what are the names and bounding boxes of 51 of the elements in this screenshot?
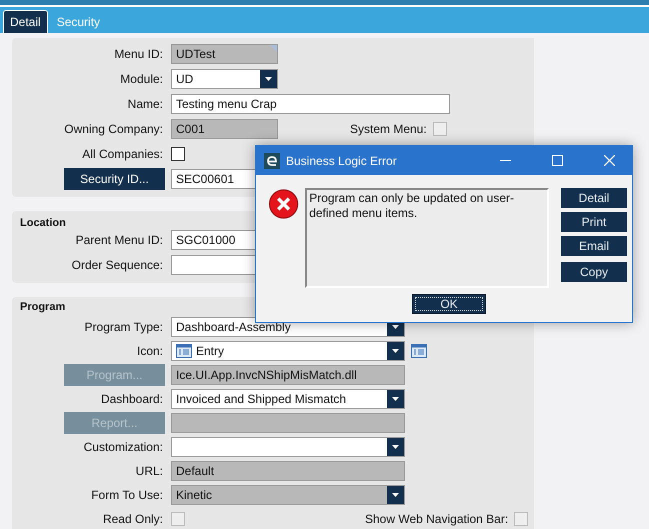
field-label: Icon: [136,344,163,358]
field-label: Program Type: [84,320,163,334]
action-button[interactable]: Security ID... [64,168,165,190]
readonly-field[interactable]: Default [171,461,405,481]
form-icon [176,344,192,358]
app-logo-icon [264,152,280,168]
dropdown-field[interactable] [171,437,405,457]
dropdown-field[interactable]: UD [171,69,278,89]
maximize-icon [552,155,562,166]
field-label: Parent Menu ID: [76,233,163,247]
dropdown-field[interactable]: Entry [171,341,405,361]
caret-icon [392,493,399,497]
dropdown-field[interactable]: Invoiced and Shipped Mismatch [171,389,405,409]
field-label: Name: [128,97,163,111]
field-label: Menu ID: [114,47,163,61]
error-message: Program can only be updated on user-defined menu items. [305,188,549,288]
field-label: Order Sequence: [72,258,163,272]
caret-icon [392,349,399,353]
caret-icon [392,445,399,449]
readonly-field[interactable]: C001 [171,119,278,139]
readonly-field[interactable] [171,413,405,433]
dialog-button[interactable]: Copy [561,262,627,282]
minimize-icon [500,160,510,161]
readonly-field[interactable]: UDTest [171,44,278,64]
field-label: URL: [136,464,163,478]
dialog-button[interactable]: Print [561,212,627,232]
field-label: Module: [120,72,163,86]
form-preview-icon [411,344,427,358]
dialog-title: Business Logic Error [286,154,398,168]
tab[interactable]: Detail [3,10,48,33]
dialog-button[interactable]: Email [561,236,627,256]
close-icon [604,155,614,166]
checkbox[interactable] [171,147,185,161]
section-title: Program [19,301,66,313]
dropdown-field[interactable]: Kinetic [171,485,405,505]
field-label: Form To Use: [91,488,163,502]
input-field[interactable]: Testing menu Crap [171,94,450,114]
field-label: Show Web Navigation Bar: [365,512,508,526]
field-label: Read Only: [102,512,163,526]
field-label: Dashboard: [100,392,163,406]
field-label: Customization: [84,440,163,454]
caret-icon [392,397,399,401]
caret-icon [265,77,272,81]
ok-button[interactable]: OK [412,294,486,314]
dialog-button[interactable]: Detail [561,188,627,208]
caret-icon [392,325,399,329]
section-title: Location [19,217,66,229]
field-label: System Menu: [350,122,427,136]
field-label: All Companies: [82,147,163,161]
field-label: Owning Company: [64,122,163,136]
error-icon [268,188,300,220]
